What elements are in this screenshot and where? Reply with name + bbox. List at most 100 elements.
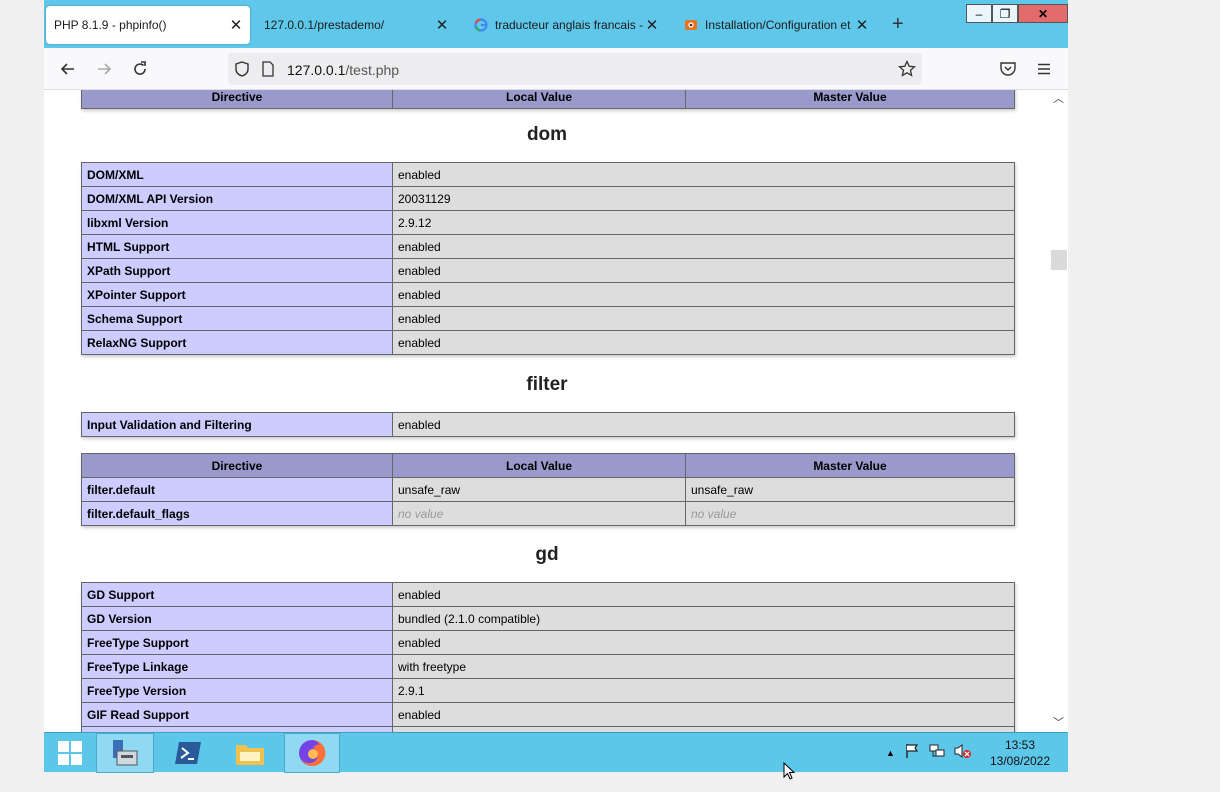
row-key: XPointer Support <box>81 282 393 307</box>
scroll-up-icon[interactable]: ︿ <box>1053 90 1064 106</box>
arrow-right-icon <box>98 63 112 75</box>
network-icon[interactable] <box>929 743 945 762</box>
back-button[interactable] <box>57 58 79 80</box>
info-table-top: Directive Local Value Master Value <box>81 90 1015 109</box>
url-host: 127.0.0.1 <box>287 62 346 78</box>
header-master-value: Master Value <box>685 453 1015 478</box>
shield-icon[interactable] <box>233 60 251 83</box>
forward-button[interactable] <box>93 58 115 80</box>
server-manager-button[interactable] <box>96 733 154 773</box>
table-row: FreeType Support enabled <box>81 630 1015 655</box>
row-key: Input Validation and Filtering <box>81 412 393 437</box>
minimize-button[interactable]: – <box>966 4 992 23</box>
close-icon[interactable]: ✕ <box>434 16 450 34</box>
reload-icon <box>134 61 146 75</box>
windows-logo-icon <box>58 741 82 765</box>
row-key: DOM/XML <box>81 162 393 187</box>
tab-google-translate[interactable]: traducteur anglais francais - G ✕ <box>468 6 664 44</box>
folder-icon <box>236 745 264 765</box>
table-row: XPath Support enabled <box>81 258 1015 283</box>
row-key: DOM/XML API Version <box>81 186 393 211</box>
tab-title: 127.0.0.1/prestademo/ <box>264 18 385 32</box>
table-row: Input Validation and Filtering enabled <box>81 412 1015 437</box>
star-icon[interactable] <box>898 59 916 83</box>
file-explorer-button[interactable] <box>222 733 278 773</box>
table-row: DOM/XML API Version 20031129 <box>81 186 1015 211</box>
row-value: enabled <box>392 306 1015 331</box>
row-value: 20031129 <box>392 186 1015 211</box>
tab-title: PHP 8.1.9 - phpinfo() <box>54 18 167 32</box>
close-window-button[interactable]: ✕ <box>1018 4 1068 23</box>
table-row: GD Version bundled (2.1.0 compatible) <box>81 606 1015 631</box>
row-key: RelaxNG Support <box>81 330 393 355</box>
row-key: libxml Version <box>81 210 393 235</box>
table-row: GD Support enabled <box>81 582 1015 607</box>
row-value: 2.9.12 <box>392 210 1015 235</box>
reload-button[interactable] <box>129 58 151 80</box>
header-directive: Directive <box>81 90 393 109</box>
close-icon[interactable]: ✕ <box>228 16 244 34</box>
table-row: filter.default_flags no value no value <box>81 501 1015 526</box>
vertical-scrollbar[interactable]: ︿ ﹀ <box>1050 90 1068 732</box>
section-link-dom[interactable]: dom <box>527 124 567 145</box>
table-row: FreeType Version 2.9.1 <box>81 678 1015 703</box>
url-path: /test.php <box>345 62 400 78</box>
filter-info-table: Input Validation and Filtering enabled <box>81 412 1015 437</box>
page-icon[interactable] <box>261 61 275 82</box>
tab-phpinfo[interactable]: PHP 8.1.9 - phpinfo() ✕ <box>46 6 250 44</box>
table-row: GIF Read Support enabled <box>81 702 1015 727</box>
row-key: HTML Support <box>81 234 393 259</box>
scrollbar-thumb[interactable] <box>1051 250 1067 270</box>
taskbar: ▲ 13:53 13/08/2022 <box>44 732 1068 773</box>
row-value: enabled <box>392 330 1015 355</box>
clock[interactable]: 13:53 13/08/2022 <box>984 737 1056 769</box>
pocket-button[interactable] <box>997 58 1019 80</box>
tab-prestademo[interactable]: 127.0.0.1/prestademo/ ✕ <box>256 6 456 44</box>
section-link-gd[interactable]: gd <box>535 544 558 565</box>
dom-table: DOM/XML enabled DOM/XML API Version 200311… <box>81 162 1015 355</box>
row-key: GIF Read Support <box>81 702 393 727</box>
row-key: GD Version <box>81 606 393 631</box>
row-value: enabled <box>392 258 1015 283</box>
close-icon[interactable]: ✕ <box>854 16 870 34</box>
table-row: FreeType Linkage with freetype <box>81 654 1015 679</box>
gd-table: GD Support enabled GD Version bundled (2.1… <box>81 582 1015 732</box>
row-value: enabled <box>392 630 1015 655</box>
row-value: enabled <box>392 234 1015 259</box>
restore-button[interactable]: ❐ <box>992 4 1018 23</box>
row-local-value: unsafe_raw <box>392 477 686 502</box>
tab-title: Installation/Configuration et <box>705 18 851 32</box>
clock-time: 13:53 <box>1004 738 1036 752</box>
menu-button[interactable] <box>1033 58 1055 80</box>
header-master-value: Master Value <box>685 90 1015 109</box>
new-tab-button[interactable]: + <box>892 14 904 34</box>
tab-installation[interactable]: Installation/Configuration et ✕ <box>678 6 874 44</box>
system-tray: ▲ <box>886 743 972 762</box>
firefox-button[interactable] <box>284 733 340 773</box>
table-row: DOM/XML enabled <box>81 162 1015 187</box>
start-button[interactable] <box>50 733 90 773</box>
section-link-filter[interactable]: filter <box>526 374 567 395</box>
clock-date: 13/08/2022 <box>989 754 1051 768</box>
firefox-icon <box>299 739 326 766</box>
flag-icon[interactable] <box>904 743 920 762</box>
table-row: HTML Support enabled <box>81 234 1015 259</box>
url-text: 127.0.0.1/test.php <box>287 62 399 78</box>
section-title-filter: filter <box>44 374 1050 396</box>
address-bar[interactable]: 127.0.0.1/test.php <box>228 53 922 85</box>
row-key: Schema Support <box>81 306 393 331</box>
row-key: FreeType Version <box>81 678 393 703</box>
server-manager-icon <box>113 740 138 766</box>
scroll-down-icon[interactable]: ﹀ <box>1053 714 1064 730</box>
header-local-value: Local Value <box>392 453 686 478</box>
row-value: with freetype <box>392 654 1015 679</box>
powershell-button[interactable] <box>160 733 216 773</box>
table-row: filter.default unsafe_raw unsafe_raw <box>81 477 1015 502</box>
row-master-value: no value <box>685 501 1015 526</box>
close-icon[interactable]: ✕ <box>644 16 660 34</box>
hamburger-icon <box>1038 63 1050 75</box>
window-controls: – ❐ ✕ <box>966 4 1068 24</box>
show-hidden-icons-icon[interactable]: ▲ <box>886 748 895 758</box>
row-master-value: unsafe_raw <box>685 477 1015 502</box>
speaker-muted-icon[interactable] <box>954 743 972 762</box>
